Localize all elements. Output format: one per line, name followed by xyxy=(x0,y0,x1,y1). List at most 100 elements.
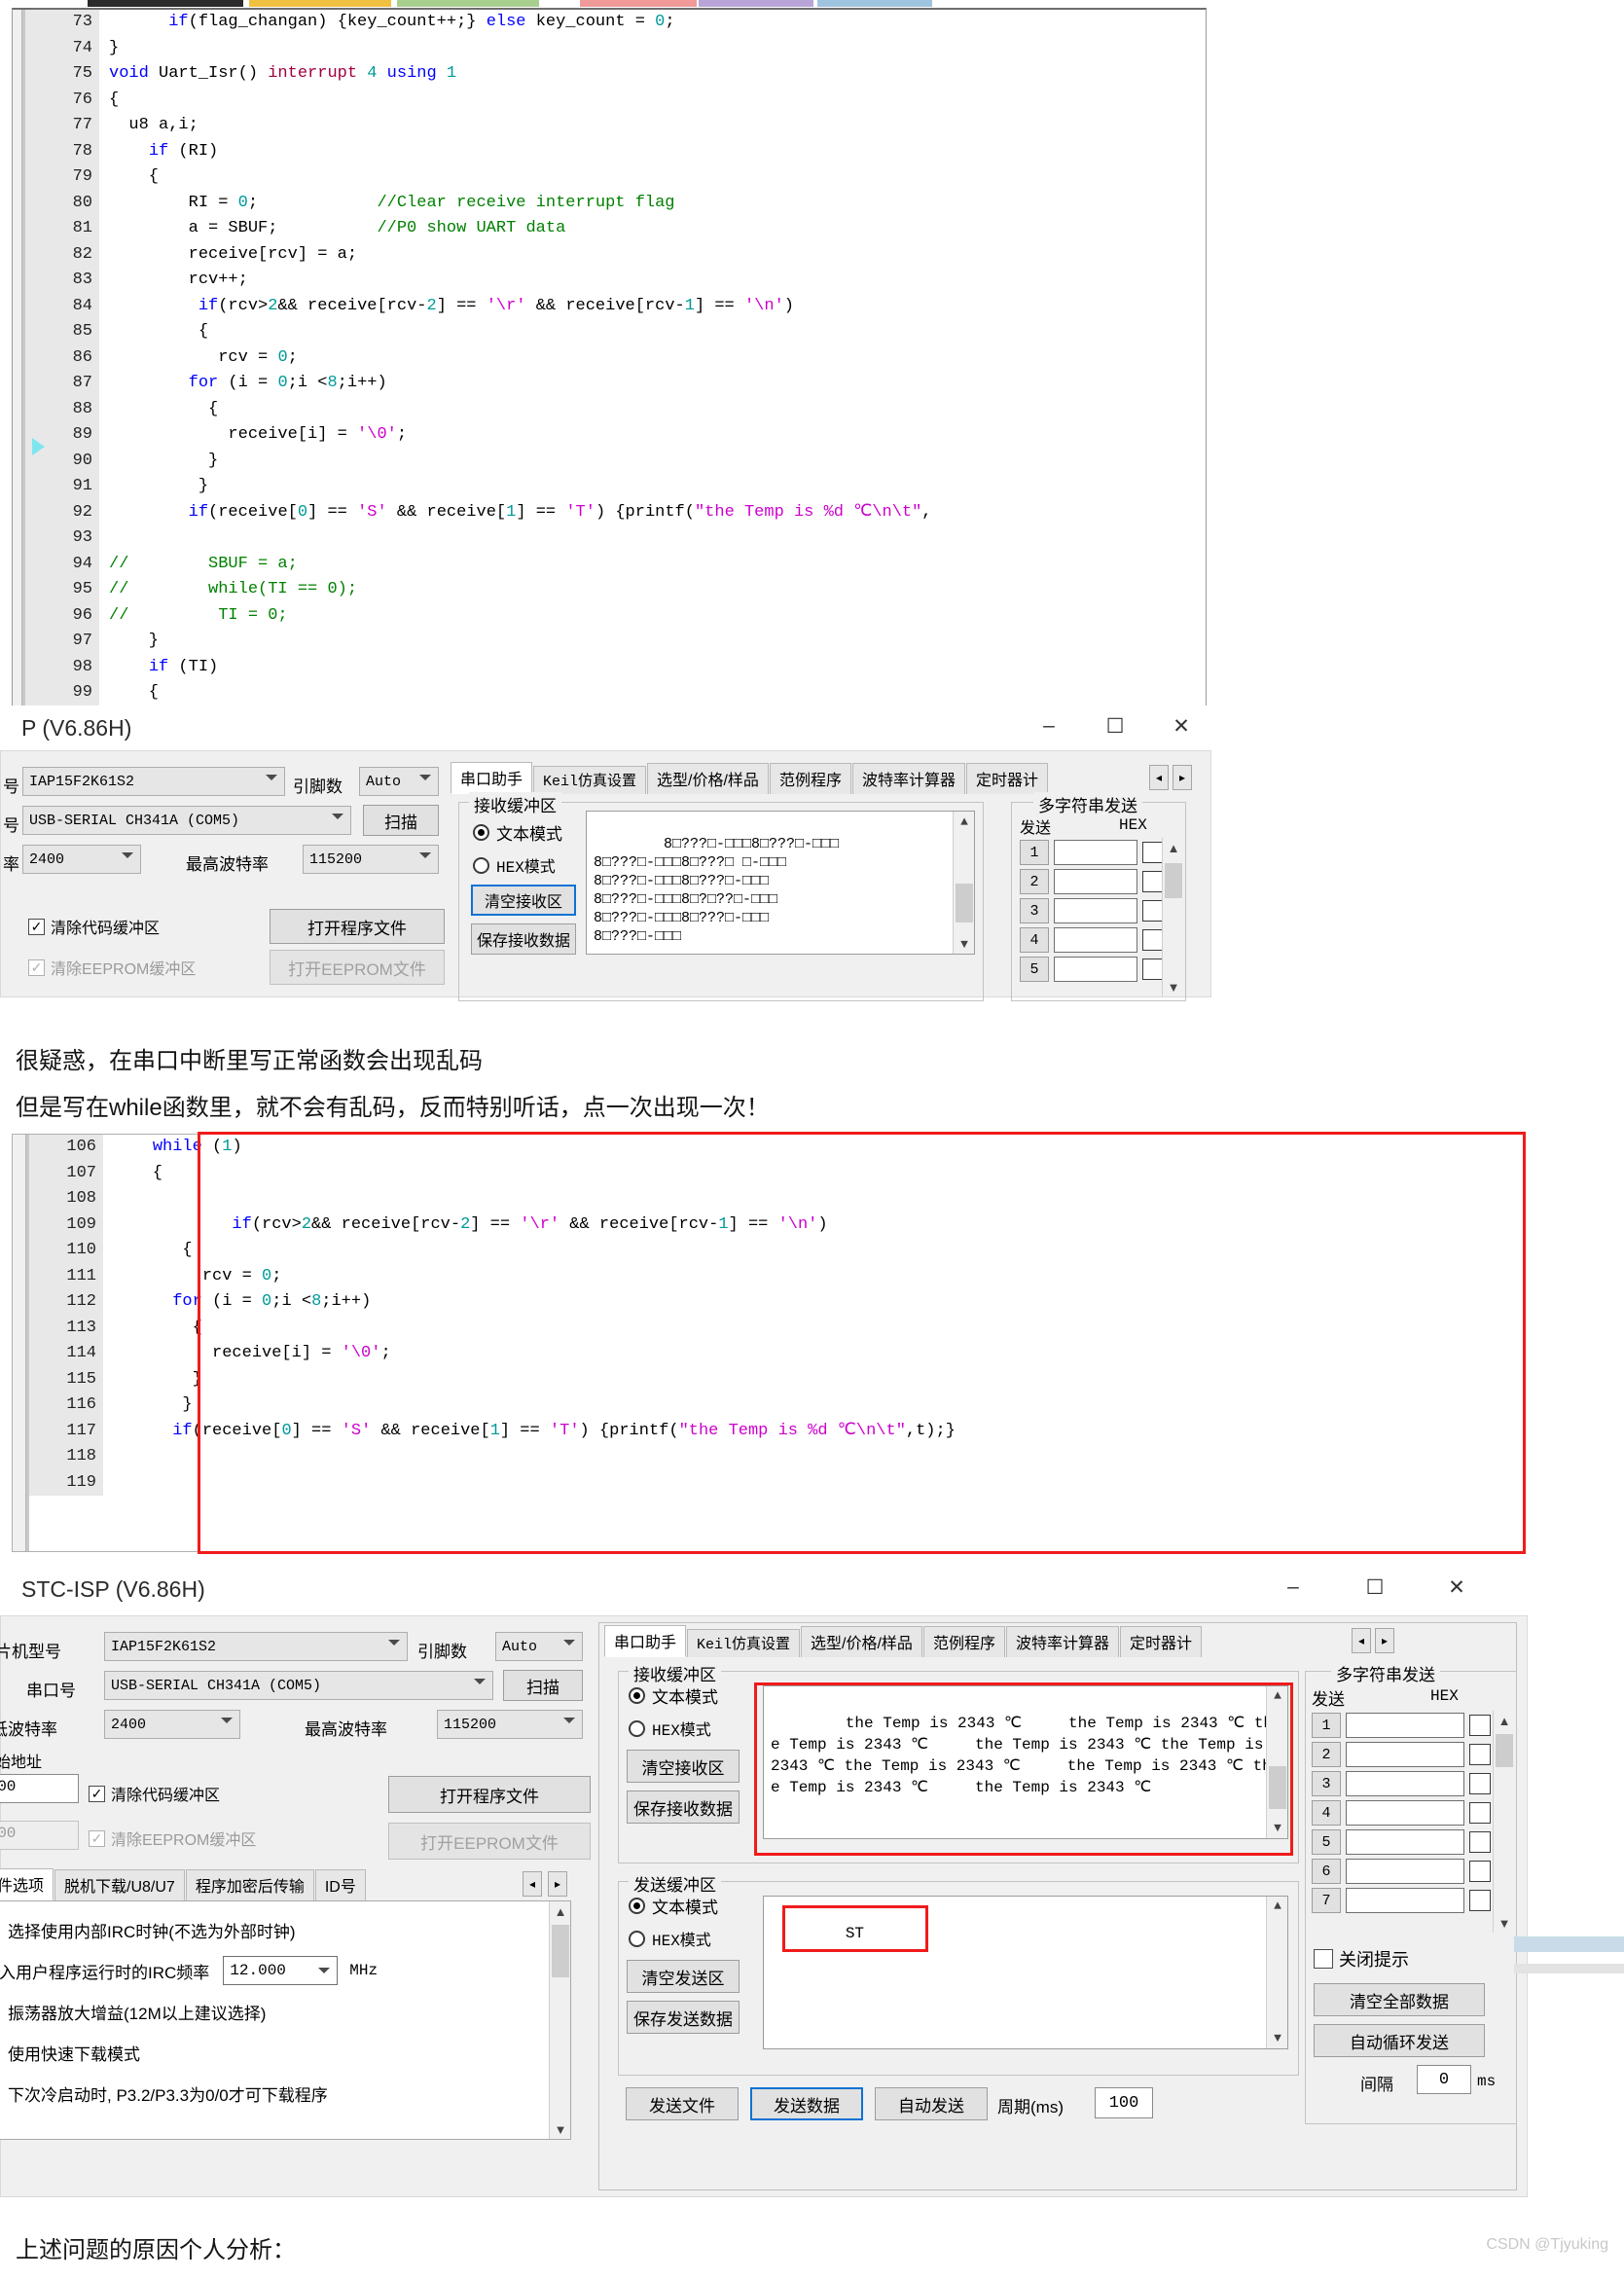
code-line-text[interactable]: if (RI) xyxy=(99,139,1206,165)
code-line-text[interactable]: } xyxy=(103,1367,1524,1393)
tab-4[interactable]: 波特率计算器 xyxy=(1005,1626,1119,1657)
code-line-text[interactable]: } xyxy=(103,1393,1524,1419)
max-baudrate-select[interactable]: 115200 xyxy=(437,1710,583,1739)
hardware-options-list[interactable]: ✓选择使用内部IRC时钟(不选为外部时钟) 输入用户程序运行时的IRC频率 12.0… xyxy=(0,1900,571,2140)
code-line-text[interactable]: // while(TI == 0); xyxy=(99,577,1206,603)
code-line-text[interactable]: for (i = 0;i <8;i++) xyxy=(99,371,1206,397)
baudrate-select[interactable]: 2400 xyxy=(104,1710,240,1739)
multisend-hex-checkbox[interactable] xyxy=(1469,1773,1491,1794)
multisend-send-button[interactable]: 5 xyxy=(1312,1829,1341,1855)
tab-5[interactable]: 定时器计 xyxy=(1119,1626,1202,1657)
close-icon[interactable]: ✕ xyxy=(1169,713,1194,739)
scrollbar-thumb[interactable] xyxy=(1269,1766,1286,1809)
tab-5[interactable]: 定时器计 xyxy=(965,763,1048,794)
tab-scroll-right-button[interactable]: ▸ xyxy=(1375,1628,1394,1653)
option-row-0[interactable]: ✓选择使用内部IRC时钟(不选为外部时钟) xyxy=(0,1909,545,1950)
code-line-text[interactable]: { xyxy=(99,164,1206,191)
tab-1[interactable]: Keil仿真设置 xyxy=(687,1629,801,1657)
scrollbar-thumb[interactable] xyxy=(1496,1734,1513,1767)
scroll-up-icon[interactable]: ▲ xyxy=(1267,1686,1287,1706)
code-line-text[interactable]: } xyxy=(99,36,1206,62)
multisend-text-input[interactable] xyxy=(1346,1713,1464,1738)
multisend-text-input[interactable] xyxy=(1054,927,1137,953)
code-line-text[interactable]: if(receive[0] == 'S' && receive[1] == 'T… xyxy=(103,1419,1524,1445)
multisend-scrollbar[interactable]: ▲ ▼ xyxy=(1162,838,1183,996)
scroll-up-icon[interactable]: ▲ xyxy=(954,812,974,831)
scroll-up-icon[interactable]: ▲ xyxy=(1163,838,1184,857)
clear-send-button[interactable]: 清空发送区 xyxy=(627,1960,740,1993)
option-scroll-right-button[interactable]: ▸ xyxy=(548,1871,567,1897)
minimize-icon[interactable]: – xyxy=(1281,1574,1306,1600)
tab-scroll-left-button[interactable]: ◂ xyxy=(1352,1628,1371,1653)
multisend-text-input[interactable] xyxy=(1346,1771,1464,1796)
option-row-4[interactable]: 下次冷启动时, P3.2/P3.3为0/0才可下载程序 xyxy=(0,2073,545,2114)
multisend-hex-checkbox[interactable] xyxy=(1469,1890,1491,1911)
tab-scroll-left-button[interactable]: ◂ xyxy=(1149,765,1169,790)
scan-button[interactable]: 扫描 xyxy=(503,1670,583,1701)
interval-input[interactable]: 0 xyxy=(1417,2065,1471,2094)
code-line-text[interactable]: } xyxy=(99,449,1206,475)
code-line-text[interactable]: receive[rcv] = a; xyxy=(99,242,1206,269)
clear-eeprom-buffer-checkbox[interactable]: ✓ 清除EEPROM缓冲区 xyxy=(89,1827,256,1850)
code-line-text[interactable]: if(rcv>2&& receive[rcv-2] == '\r' && rec… xyxy=(103,1212,1524,1239)
scrollbar-thumb[interactable] xyxy=(1165,863,1182,898)
multisend-text-input[interactable] xyxy=(1054,840,1137,865)
recv-text-mode-radio[interactable]: 文本模式 xyxy=(629,1683,718,1708)
code-line-text[interactable]: // TI = 0; xyxy=(99,603,1206,630)
scrollbar-thumb[interactable] xyxy=(552,1925,569,1977)
send-data-button[interactable]: 发送数据 xyxy=(750,2087,863,2120)
code-line-text[interactable]: u8 a,i; xyxy=(99,113,1206,139)
recv-hex-mode-radio[interactable]: HEX模式 xyxy=(629,1717,711,1740)
code-line-text[interactable]: while (1) xyxy=(103,1135,1524,1161)
code-line-text[interactable]: receive[i] = '\0'; xyxy=(99,422,1206,449)
open-program-file-button[interactable]: 打开程序文件 xyxy=(270,909,445,944)
maximize-icon[interactable]: ☐ xyxy=(1362,1574,1388,1600)
option-row-1[interactable]: 输入用户程序运行时的IRC频率 12.000 MHz xyxy=(0,1950,545,1991)
option-tab-bar[interactable]: 件选项 脱机下载/U8/U7 程序加密后传输 ID号 xyxy=(0,1867,532,1900)
scroll-up-icon[interactable]: ▲ xyxy=(1494,1711,1515,1730)
code-line-text[interactable]: rcv = 0; xyxy=(99,345,1206,372)
tab-0[interactable]: 件选项 xyxy=(0,1868,54,1900)
irc-frequency-select[interactable]: 12.000 xyxy=(223,1956,339,1985)
serial-port-select[interactable]: USB-SERIAL CH341A (COM5) xyxy=(22,806,351,835)
tab-scroll-right-button[interactable]: ▸ xyxy=(1173,765,1192,790)
recv-text-mode-radio[interactable]: 文本模式 xyxy=(473,820,562,845)
clear-receive-button[interactable]: 清空接收区 xyxy=(627,1750,740,1783)
multisend-hex-checkbox[interactable] xyxy=(1142,900,1164,922)
multisend-send-button[interactable]: 2 xyxy=(1312,1742,1341,1767)
multisend-hex-checkbox[interactable] xyxy=(1469,1831,1491,1853)
option-scroll-left-button[interactable]: ◂ xyxy=(523,1871,542,1897)
multisend-send-button[interactable]: 1 xyxy=(1312,1713,1341,1738)
pins-select[interactable]: Auto xyxy=(495,1632,583,1661)
tab-3[interactable]: 范例程序 xyxy=(922,1626,1005,1657)
code-line-text[interactable]: // SBUF = a; xyxy=(99,552,1206,578)
baudrate-select[interactable]: 2400 xyxy=(22,845,141,874)
code-line-text[interactable]: if(receive[0] == 'S' && receive[1] == 'T… xyxy=(99,500,1206,526)
maximize-icon[interactable]: ☐ xyxy=(1102,713,1128,739)
multisend-hex-checkbox[interactable] xyxy=(1469,1744,1491,1765)
multisend-hex-checkbox[interactable] xyxy=(1469,1715,1491,1736)
receive-textarea-bottom[interactable]: the Temp is 2343 ℃ the Temp is 2343 ℃ th… xyxy=(763,1685,1288,1839)
tab-4[interactable]: 波特率计算器 xyxy=(851,763,965,794)
multisend-send-button[interactable]: 3 xyxy=(1020,898,1049,923)
tab-1[interactable]: Keil仿真设置 xyxy=(533,766,647,794)
clear-receive-button[interactable]: 清空接收区 xyxy=(471,885,576,916)
tab-3[interactable]: 范例程序 xyxy=(769,763,851,794)
tab-0[interactable]: 串口助手 xyxy=(604,1625,687,1657)
scroll-down-icon[interactable]: ▼ xyxy=(1163,977,1184,996)
multisend-send-button[interactable]: 4 xyxy=(1312,1800,1341,1826)
scroll-up-icon[interactable]: ▲ xyxy=(1267,1897,1287,1916)
code-line-text[interactable]: { xyxy=(99,319,1206,345)
tab-0[interactable]: 串口助手 xyxy=(451,762,533,794)
code-line-text[interactable]: if(rcv>2&& receive[rcv-2] == '\r' && rec… xyxy=(99,294,1206,320)
multisend-hex-checkbox[interactable] xyxy=(1469,1861,1491,1882)
clear-code-buffer-checkbox[interactable]: ✓ 清除代码缓冲区 xyxy=(28,915,160,938)
multisend-hex-checkbox[interactable] xyxy=(1142,959,1164,980)
recv-hex-mode-radio[interactable]: HEX模式 xyxy=(473,853,556,877)
multisend-hex-checkbox[interactable] xyxy=(1142,842,1164,863)
multisend-text-input[interactable] xyxy=(1346,1888,1464,1913)
code-line-text[interactable]: a = SBUF; //P0 show UART data xyxy=(99,216,1206,242)
code-line-text[interactable]: rcv = 0; xyxy=(103,1264,1524,1290)
stc-isp-window-top[interactable]: P (V6.86H) – ☐ ✕ 号 IAP15F2K61S2 引脚数 Auto… xyxy=(0,705,1211,1001)
close-tip-checkbox[interactable]: 关闭提示 xyxy=(1314,1946,1409,1972)
